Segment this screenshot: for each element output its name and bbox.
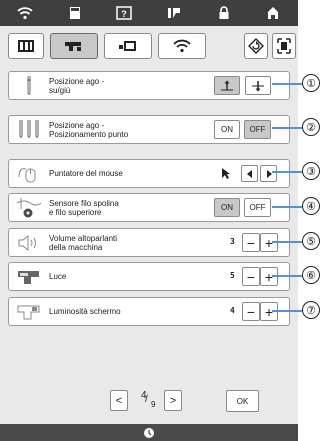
bottom-bar	[0, 424, 298, 441]
frame-icon	[277, 38, 291, 54]
callout-5: ⑤	[302, 232, 320, 250]
pointer-arrow-icon	[221, 167, 231, 185]
needle-up-button[interactable]	[214, 76, 240, 95]
settings-tab-row	[8, 33, 298, 61]
row-speaker-volume: Volume altoparlanti della macchina 3 − +	[8, 228, 290, 257]
lock-icon[interactable]	[199, 0, 249, 26]
page-prev-button[interactable]: <	[110, 390, 128, 411]
callout-7: ⑦	[302, 301, 320, 319]
row-light: Luce 5 − +	[8, 262, 290, 291]
help-icon[interactable]: ?	[99, 0, 149, 26]
callout-line-3	[272, 171, 302, 173]
tab-sewing-settings[interactable]	[50, 33, 98, 59]
needle-up-icon	[221, 80, 233, 90]
pointer-prev-button[interactable]	[241, 165, 258, 182]
row-screen-brightness: Luminosità schermo 4 − +	[8, 297, 290, 326]
needle-down-button[interactable]	[245, 76, 271, 95]
row-needle-position-stitch-placement: Posizione ago - Posizionamento punto ON O…	[8, 115, 290, 144]
callout-line-1	[272, 83, 302, 85]
callout-line-5	[272, 241, 302, 243]
row-thread-sensor: Sensore filo spolina e filo superiore ON …	[8, 193, 290, 222]
tab-frame[interactable]	[272, 33, 296, 59]
needle-icon	[15, 75, 43, 97]
wifi-icon[interactable]	[0, 0, 50, 26]
callout-line-2	[272, 127, 302, 129]
callout-1: ①	[302, 74, 320, 92]
callout-6: ⑥	[302, 266, 320, 284]
page-next-button[interactable]: >	[164, 390, 182, 411]
page-indicator: 4 / 9	[139, 388, 161, 412]
callout-3: ③	[302, 162, 320, 180]
tab-embroidery[interactable]	[104, 33, 152, 59]
mouse-icon	[15, 163, 43, 185]
bobbin-thread-icon	[15, 197, 43, 219]
tab-machine-book[interactable]	[8, 33, 44, 59]
volume-minus-button[interactable]: −	[242, 233, 260, 252]
row-label: Puntatore del mouse	[49, 169, 123, 178]
row-mouse-pointer: Puntatore del mouse	[8, 159, 290, 188]
sewing-settings-icon	[65, 42, 81, 51]
needle-down-icon	[252, 80, 264, 91]
embroidery-icon	[119, 41, 136, 51]
row-label: Luminosità schermo	[49, 307, 121, 316]
page-total: 9	[151, 400, 156, 409]
wireless-icon	[173, 39, 191, 53]
svg-text:?: ?	[121, 9, 127, 19]
settings-screen: ? Posizione ago - su/giù Posizione ago -…	[0, 0, 298, 441]
row-label: Volume altoparlanti della macchina	[49, 233, 118, 252]
triangle-left-icon	[246, 169, 252, 178]
clock-icon[interactable]	[143, 427, 155, 439]
brightness-minus-button[interactable]: −	[242, 302, 260, 321]
callout-line-7	[272, 310, 302, 312]
home-icon[interactable]	[248, 0, 298, 26]
thread-sensor-on-button[interactable]: ON	[214, 198, 240, 217]
reset-icon	[248, 38, 264, 54]
row-label: Sensore filo spolina e filo superiore	[49, 198, 119, 217]
stitch-placement-on-button[interactable]: ON	[214, 120, 240, 139]
row-label: Posizione ago - su/giù	[49, 76, 105, 95]
page-separator: /	[145, 394, 148, 405]
speaker-icon	[15, 232, 43, 254]
callout-line-4	[272, 206, 302, 208]
machine-book-icon	[18, 40, 34, 52]
volume-value: 3	[230, 237, 235, 246]
machine-screen-icon	[15, 301, 43, 323]
tab-reset[interactable]	[244, 33, 268, 59]
row-needle-position-up-down: Posizione ago - su/giù	[8, 71, 290, 100]
page-icon[interactable]	[50, 0, 100, 26]
stitch-icon[interactable]	[149, 0, 199, 26]
pointer-next-button[interactable]	[260, 165, 277, 182]
tab-wireless[interactable]	[158, 33, 206, 59]
row-label: Luce	[49, 272, 67, 281]
light-minus-button[interactable]: −	[242, 267, 260, 286]
machine-light-icon	[15, 266, 43, 288]
thread-sensor-off-button[interactable]: OFF	[244, 198, 271, 217]
stitch-placement-off-button[interactable]: OFF	[244, 120, 271, 139]
top-bar: ?	[0, 0, 298, 26]
triple-needle-icon	[15, 119, 43, 141]
brightness-value: 4	[230, 306, 235, 315]
ok-button[interactable]: OK	[226, 390, 259, 412]
light-value: 5	[230, 271, 235, 280]
callout-2: ②	[302, 118, 320, 136]
row-label: Posizione ago - Posizionamento punto	[49, 120, 129, 139]
callout-4: ④	[302, 197, 320, 215]
callout-line-6	[272, 275, 302, 277]
